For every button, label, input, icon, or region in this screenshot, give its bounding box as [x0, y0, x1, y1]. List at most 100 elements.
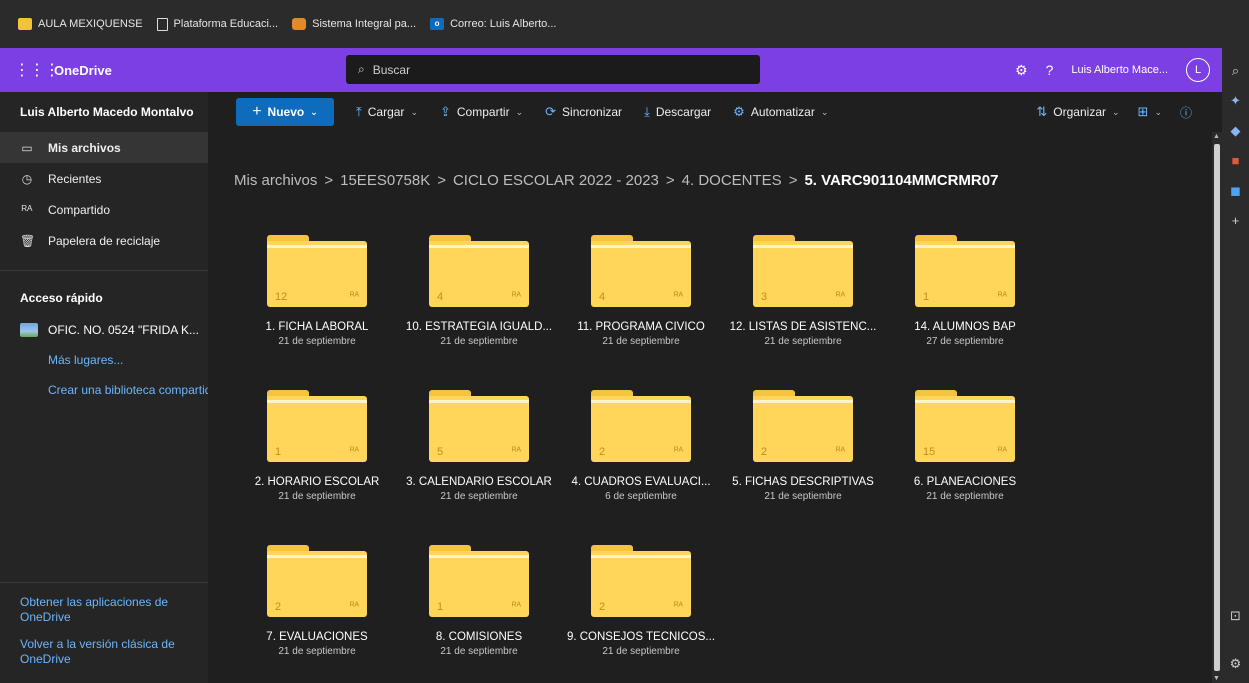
upload-button[interactable]: ⤒ Cargar ⌄	[356, 104, 418, 120]
folder-icon[interactable]: 12 ᴿᴬ	[267, 235, 367, 307]
folder-icon[interactable]: 4 ᴿᴬ	[591, 235, 691, 307]
breadcrumb-item[interactable]: Mis archivos	[234, 172, 317, 189]
search-input[interactable]: ⌕ Buscar	[346, 55, 760, 84]
avatar[interactable]: L	[1186, 58, 1210, 82]
folder-name[interactable]: 10. ESTRATEGIA IGUALD...	[400, 321, 558, 333]
folder-tile[interactable]: 2 ᴿᴬ 5. FICHAS DESCRIPTIVAS 21 de septiembr…	[724, 390, 882, 502]
folder-icon[interactable]: 15 ᴿᴬ	[915, 390, 1015, 462]
get-apps-link[interactable]: Obtener las aplicaciones de OneDrive	[20, 595, 198, 625]
folder-tile[interactable]: 1 ᴿᴬ 2. HORARIO ESCOLAR 21 de septiembre	[238, 390, 396, 502]
scrollbar-thumb[interactable]	[1214, 144, 1220, 671]
more-places-link[interactable]: Más lugares...	[0, 345, 208, 375]
folder-item-count: 2	[599, 446, 606, 458]
shared-icon: ᴿᴬ	[511, 446, 521, 457]
folder-name[interactable]: 14. ALUMNOS BAP	[886, 321, 1044, 333]
share-button[interactable]: ⇪ Compartir ⌄	[440, 104, 523, 120]
add-icon[interactable]: +	[1227, 212, 1245, 230]
sync-button[interactable]: ⟳ Sincronizar	[545, 104, 622, 120]
bookmark-sistema-integral[interactable]: Sistema Integral pa...	[292, 18, 416, 30]
folder-icon[interactable]: 5 ᴿᴬ	[429, 390, 529, 462]
sidebar-toggle-icon[interactable]: ⊡	[1227, 607, 1245, 625]
app-name[interactable]: OneDrive	[54, 63, 112, 78]
bookmark-aula-mexiquense[interactable]: AULA MEXIQUENSE	[18, 18, 143, 30]
folder-tile[interactable]: 12 ᴿᴬ 1. FICHA LABORAL 21 de septiembre	[238, 235, 396, 347]
folder-icon[interactable]: 1 ᴿᴬ	[429, 545, 529, 617]
folder-tile[interactable]: 1 ᴿᴬ 8. COMISIONES 21 de septiembre	[400, 545, 558, 657]
breadcrumb-item[interactable]: 4. DOCENTES	[682, 172, 782, 189]
folder-name[interactable]: 4. CUADROS EVALUACI...	[562, 476, 720, 488]
app-launcher-icon[interactable]: ⋮⋮⋮	[14, 60, 60, 80]
user-name[interactable]: Luis Alberto Mace...	[1071, 64, 1168, 76]
folder-tile[interactable]: 4 ᴿᴬ 10. ESTRATEGIA IGUALD... 21 de septiem…	[400, 235, 558, 347]
folder-icon[interactable]: 4 ᴿᴬ	[429, 235, 529, 307]
folder-tile[interactable]: 4 ᴿᴬ 11. PROGRAMA CIVICO 21 de septiembre	[562, 235, 720, 347]
office-icon[interactable]: ■	[1227, 152, 1245, 170]
folder-icon[interactable]: 2 ᴿᴬ	[267, 545, 367, 617]
folder-tile[interactable]: 3 ᴿᴬ 12. LISTAS DE ASISTENC... 21 de septie…	[724, 235, 882, 347]
classic-version-link[interactable]: Volver a la versión clásica de OneDrive	[20, 637, 198, 667]
breadcrumb-item[interactable]: CICLO ESCOLAR 2022 - 2023	[453, 172, 659, 189]
folder-name[interactable]: 8. COMISIONES	[400, 631, 558, 643]
search-icon[interactable]: ⌕	[1227, 62, 1245, 80]
info-icon[interactable]: ⓘ	[1180, 104, 1192, 121]
sidebar-item-recent[interactable]: ◷ Recientes	[0, 163, 208, 194]
scroll-up-icon[interactable]: ▲	[1213, 133, 1220, 140]
folder-icon[interactable]: 3 ᴿᴬ	[753, 235, 853, 307]
bookmark-plataforma[interactable]: Plataforma Educaci...	[156, 17, 278, 31]
folder-date: 21 de septiembre	[602, 646, 680, 657]
new-button[interactable]: + Nuevo ⌄	[236, 98, 334, 126]
folder-icon[interactable]: 1 ᴿᴬ	[267, 390, 367, 462]
folder-name[interactable]: 1. FICHA LABORAL	[238, 321, 396, 333]
folder-item-count: 5	[437, 446, 444, 458]
quick-access-item[interactable]: OFIC. NO. 0524 "FRIDA K...	[0, 315, 208, 345]
folder-item-count: 1	[923, 291, 930, 303]
chevron-down-icon: ⌄	[1154, 106, 1162, 117]
view-button[interactable]: ⊞ ⌄	[1138, 104, 1162, 120]
folder-name[interactable]: 7. EVALUACIONES	[238, 631, 396, 643]
automate-button[interactable]: ⚙ Automatizar ⌄	[733, 104, 828, 120]
folder-tile[interactable]: 2 ᴿᴬ 7. EVALUACIONES 21 de septiembre	[238, 545, 396, 657]
folder-name[interactable]: 11. PROGRAMA CIVICO	[562, 321, 720, 333]
folder-highlight	[591, 245, 691, 248]
settings-icon[interactable]: ⚙	[1015, 62, 1028, 79]
folder-name[interactable]: 5. FICHAS DESCRIPTIVAS	[724, 476, 882, 488]
folder-tile[interactable]: 2 ᴿᴬ 9. CONSEJOS TECNICOS... 21 de septiemb…	[562, 545, 720, 657]
tag-icon[interactable]: ◆	[1227, 122, 1245, 140]
shared-icon: ᴿᴬ	[511, 291, 521, 302]
scrollbar[interactable]: ▲ ▼	[1212, 132, 1222, 683]
sidebar-item-recycle-bin[interactable]: 🗑︎ Papelera de reciclaje	[0, 225, 208, 256]
breadcrumb-item[interactable]: 15EES0758K	[340, 172, 430, 189]
folder-name[interactable]: 9. CONSEJOS TECNICOS...	[562, 631, 720, 643]
scroll-down-icon[interactable]: ▼	[1213, 675, 1220, 682]
folder-icon[interactable]: 2 ᴿᴬ	[591, 545, 691, 617]
folder-highlight	[267, 400, 367, 403]
folder-date: 27 de septiembre	[926, 336, 1004, 347]
folder-icon[interactable]: 2 ᴿᴬ	[753, 390, 853, 462]
folder-icon[interactable]: 2 ᴿᴬ	[591, 390, 691, 462]
chevron-right-icon: >	[437, 172, 446, 189]
folder-date: 21 de septiembre	[602, 336, 680, 347]
shared-icon: ᴿᴬ	[349, 291, 359, 302]
folder-name[interactable]: 6. PLANEACIONES	[886, 476, 1044, 488]
sidebar-item-my-files[interactable]: ▭ Mis archivos	[0, 132, 208, 163]
folder-tile[interactable]: 2 ᴿᴬ 4. CUADROS EVALUACI... 6 de septiembre	[562, 390, 720, 502]
folder-name[interactable]: 12. LISTAS DE ASISTENC...	[724, 321, 882, 333]
bookmark-label: Correo: Luis Alberto...	[450, 18, 557, 30]
sidebar-item-shared[interactable]: ᴿᴬ Compartido	[0, 194, 208, 225]
folder-name[interactable]: 3. CALENDARIO ESCOLAR	[400, 476, 558, 488]
download-button[interactable]: ⤓ Descargar	[644, 104, 711, 120]
folder-tile[interactable]: 1 ᴿᴬ 14. ALUMNOS BAP 27 de septiembre	[886, 235, 1044, 347]
organize-button[interactable]: ⇅ Organizar ⌄	[1036, 104, 1119, 120]
gear-icon[interactable]: ⚙	[1227, 655, 1245, 673]
create-library-link[interactable]: Crear una biblioteca compartida	[0, 375, 208, 405]
folder-tile[interactable]: 15 ᴿᴬ 6. PLANEACIONES 21 de septiembre	[886, 390, 1044, 502]
folder-highlight	[753, 245, 853, 248]
shared-icon: ᴿᴬ	[349, 601, 359, 612]
copilot-icon[interactable]: ✦	[1227, 92, 1245, 110]
folder-icon[interactable]: 1 ᴿᴬ	[915, 235, 1015, 307]
help-icon[interactable]: ?	[1046, 62, 1054, 78]
bookmark-correo[interactable]: o Correo: Luis Alberto...	[430, 18, 556, 30]
folder-name[interactable]: 2. HORARIO ESCOLAR	[238, 476, 396, 488]
outlook-icon[interactable]: ◼	[1227, 182, 1245, 200]
folder-tile[interactable]: 5 ᴿᴬ 3. CALENDARIO ESCOLAR 21 de septiembre	[400, 390, 558, 502]
